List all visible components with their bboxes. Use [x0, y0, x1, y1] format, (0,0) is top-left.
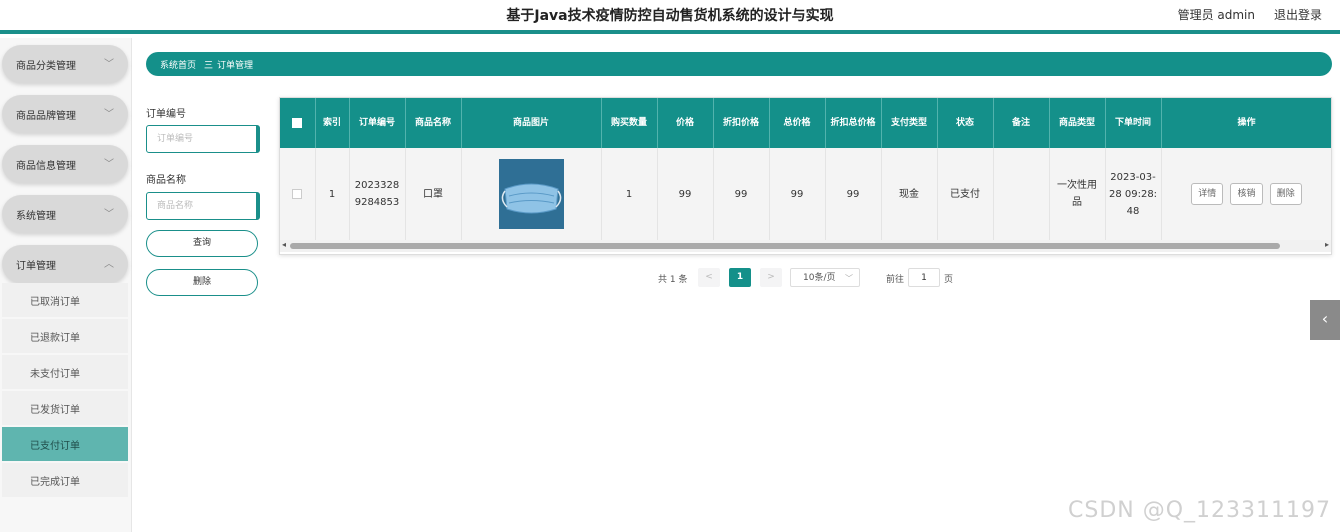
cell-product-name: 口罩 [405, 148, 462, 240]
top-header: 基于Java技术疫情防控自动售货机系统的设计与实现 管理员 admin 退出登录 [0, 0, 1340, 34]
goto-label: 前往 [886, 275, 905, 285]
chevron-up-icon: ︿ [104, 259, 114, 270]
page-size-value: 10条/页 [803, 273, 836, 283]
order-no-input[interactable] [146, 125, 260, 153]
goto-page-input[interactable]: 1 [908, 268, 940, 287]
row-select-cell[interactable] [280, 148, 316, 240]
chevron-down-icon: ﹀ [104, 209, 114, 220]
select-all-checkbox[interactable] [292, 117, 303, 128]
sidebar-item-refunded-orders[interactable]: 已退款订单 [2, 319, 128, 353]
scrollbar-thumb[interactable] [290, 243, 1280, 249]
row-delete-button[interactable]: 删除 [1269, 183, 1302, 205]
select-all-cell[interactable] [280, 98, 316, 148]
breadcrumb-current: 订单管理 [217, 61, 254, 71]
cell-total-price: 99 [769, 148, 826, 240]
table-header-row: 索引 订单编号 商品名称 商品图片 购买数量 价格 折扣价格 总价格 折扣总价格… [280, 98, 1331, 148]
sidebar-group-label: 商品分类管理 [16, 61, 76, 72]
sidebar-group-label: 商品信息管理 [16, 161, 76, 172]
sidebar-item-cancelled-orders[interactable]: 已取消订单 [2, 283, 128, 317]
scroll-left-icon[interactable]: ◂ [282, 240, 286, 249]
cell-remark [993, 148, 1050, 240]
sidebar-group-category[interactable]: 商品分类管理 ﹀ [2, 45, 128, 83]
cell-pay-type: 现金 [881, 148, 938, 240]
cell-product-type: 一次性用品 [1049, 148, 1106, 240]
cell-status: 已支付 [937, 148, 994, 240]
sidebar-group-label: 订单管理 [16, 261, 56, 272]
horizontal-scrollbar[interactable]: ◂ ▸ [280, 240, 1331, 252]
product-name-label: 商品名称 [146, 175, 186, 186]
column-header: 价格 [657, 98, 714, 148]
sidebar-item-label: 未支付订单 [30, 369, 80, 380]
sidebar-group-system[interactable]: 系统管理 ﹀ [2, 195, 128, 233]
detail-button[interactable]: 详情 [1191, 183, 1224, 205]
delete-button[interactable]: 删除 [146, 269, 258, 296]
column-header: 支付类型 [881, 98, 938, 148]
column-header: 订单编号 [349, 98, 406, 148]
chevron-down-icon: ﹀ [104, 159, 114, 170]
sidebar-item-label: 已完成订单 [30, 477, 80, 488]
sidebar-group-label: 商品品牌管理 [16, 111, 76, 122]
cell-quantity: 1 [601, 148, 658, 240]
page-suffix: 页 [944, 275, 954, 285]
scroll-right-icon[interactable]: ▸ [1325, 240, 1329, 249]
chevron-down-icon: ﹀ [104, 109, 114, 120]
column-header: 状态 [937, 98, 994, 148]
sidebar-item-label: 已取消订单 [30, 297, 80, 308]
column-header: 操作 [1161, 98, 1331, 148]
csdn-watermark: CSDN @Q_123311197 [1068, 498, 1332, 523]
query-button[interactable]: 查询 [146, 230, 258, 257]
admin-username: 管理员 admin [1177, 8, 1255, 22]
sidebar-group-label: 系统管理 [16, 211, 56, 222]
cell-price: 99 [657, 148, 714, 240]
next-page-button[interactable]: > [760, 268, 782, 287]
page-size-select[interactable]: 10条/页 ﹀ [790, 268, 860, 287]
column-header: 备注 [993, 98, 1050, 148]
order-no-label: 订单编号 [146, 109, 186, 120]
prev-page-button[interactable]: < [698, 268, 720, 287]
sidebar-item-label: 已支付订单 [30, 441, 80, 452]
cell-order-time: 2023-03-28 09:28:48 [1105, 148, 1162, 240]
column-header: 商品图片 [461, 98, 602, 148]
cell-order-no: 20233289284853 [349, 148, 406, 240]
column-header: 下单时间 [1105, 98, 1162, 148]
chevron-down-icon: ﹀ [104, 59, 114, 70]
row-checkbox[interactable] [292, 188, 303, 199]
cell-index: 1 [315, 148, 350, 240]
sidebar-item-completed-orders[interactable]: 已完成订单 [2, 463, 128, 497]
page-number-current[interactable]: 1 [729, 268, 751, 287]
sidebar-item-paid-orders[interactable]: 已支付订单 [2, 427, 128, 461]
column-header: 折扣价格 [713, 98, 770, 148]
product-name-input[interactable] [146, 192, 260, 220]
chevron-left-icon[interactable]: ‹ [1310, 300, 1340, 340]
breadcrumb-home[interactable]: 系统首页 [160, 58, 196, 71]
sidebar-group-product[interactable]: 商品信息管理 ﹀ [2, 145, 128, 183]
pagination-total: 共 1 条 [658, 275, 688, 285]
column-header: 商品类型 [1049, 98, 1106, 148]
sidebar-item-shipped-orders[interactable]: 已发货订单 [2, 391, 128, 425]
sidebar-item-label: 已发货订单 [30, 405, 80, 416]
table-row: 1 20233289284853 口罩 1 99 99 99 99 现金 已支付… [280, 148, 1331, 240]
app-title: 基于Java技术疫情防控自动售货机系统的设计与实现 [506, 8, 834, 24]
cell-actions: 详情 核销 删除 [1161, 148, 1331, 240]
sidebar-item-label: 已退款订单 [30, 333, 80, 344]
cell-discount-price: 99 [713, 148, 770, 240]
column-header: 总价格 [769, 98, 826, 148]
verify-button[interactable]: 核销 [1230, 183, 1263, 205]
column-header: 购买数量 [601, 98, 658, 148]
cell-discount-total: 99 [825, 148, 882, 240]
orders-table: 索引 订单编号 商品名称 商品图片 购买数量 价格 折扣价格 总价格 折扣总价格… [279, 97, 1332, 255]
logout-link[interactable]: 退出登录 [1274, 6, 1322, 23]
column-header: 索引 [315, 98, 350, 148]
breadcrumb: 系统首页 三 订单管理 [146, 52, 1332, 76]
cell-product-image [461, 148, 602, 240]
sidebar-group-brand[interactable]: 商品品牌管理 ﹀ [2, 95, 128, 133]
chevron-down-icon: ﹀ [845, 274, 853, 283]
mask-image [498, 159, 564, 229]
column-header: 商品名称 [405, 98, 462, 148]
column-header: 折扣总价格 [825, 98, 882, 148]
breadcrumb-separator: 三 [204, 61, 214, 71]
sidebar-group-orders[interactable]: 订单管理 ︿ [2, 245, 128, 283]
sidebar: 商品分类管理 ﹀ 商品品牌管理 ﹀ 商品信息管理 ﹀ 系统管理 ﹀ 订单管理 ︿… [0, 38, 132, 532]
sidebar-item-unpaid-orders[interactable]: 未支付订单 [2, 355, 128, 389]
